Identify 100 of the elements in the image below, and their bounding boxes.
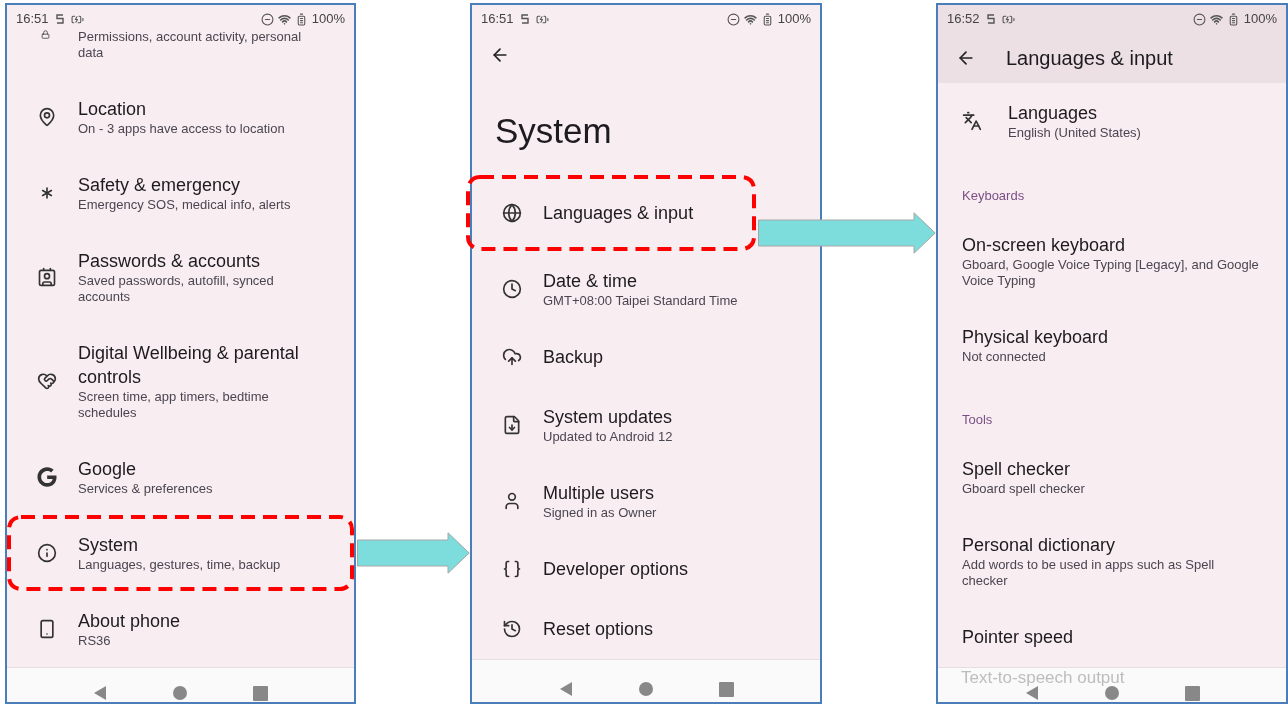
item-title: Spell checker — [962, 458, 1072, 481]
clock-icon — [502, 279, 522, 300]
status-time: 16:51 — [481, 10, 514, 29]
g-logo-icon — [37, 467, 57, 487]
cloud-upload-icon — [502, 347, 522, 368]
item-title: Developer options — [543, 558, 690, 582]
section-header: Tools — [962, 412, 993, 427]
recents-square-icon[interactable] — [718, 681, 734, 697]
item-subtitle: Permissions, account activity, personal data — [78, 29, 303, 61]
settings-row[interactable]: Spell checker Gboard spell checker — [938, 439, 1286, 515]
battery-percent: 100% — [311, 10, 345, 29]
item-subtitle: Updated to Android 12 — [543, 429, 674, 446]
item-subtitle: GMT+08:00 Taipei Standard Time — [543, 293, 739, 310]
item-title: Safety & emergency — [78, 174, 242, 197]
translate-icon — [962, 111, 982, 131]
item-subtitle: Not connected — [962, 349, 1047, 365]
item-title: Pointer speed — [962, 626, 1075, 649]
settings-row[interactable]: Date & time GMT+08:00 Taipei Standard Time — [472, 251, 820, 328]
back-triangle-icon[interactable] — [1024, 685, 1039, 701]
item-subtitle: On - 3 apps have access to location — [78, 121, 286, 137]
braces-icon — [502, 559, 522, 580]
toolbar-title: Languages & input — [1006, 46, 1173, 71]
person-icon — [502, 491, 522, 512]
home-circle-icon[interactable] — [173, 686, 187, 700]
item-subtitle: Emergency SOS, medical info, alerts — [78, 197, 292, 213]
settings-row[interactable]: Pointer speed — [938, 607, 1286, 667]
recents-square-icon[interactable] — [1184, 685, 1200, 701]
battery-percent: 100% — [777, 10, 811, 29]
item-title: Date & time — [543, 270, 639, 294]
settings-row[interactable]: About phone RS36 — [7, 591, 354, 667]
download-icon — [502, 415, 522, 436]
settings-row[interactable]: Languages English (United States) — [938, 83, 1286, 159]
item-subtitle: Screen time, app timers, bedtime schedules — [78, 389, 270, 421]
item-subtitle: Services & preferences — [78, 481, 214, 497]
heart-hands-icon — [37, 371, 57, 391]
sync-s-icon — [54, 13, 65, 25]
back-triangle-icon[interactable] — [558, 681, 573, 698]
item-title: Reset options — [543, 618, 655, 642]
item-subtitle: Add words to be used in apps such as Spell checker — [962, 557, 1216, 589]
settings-row[interactable]: Google Services & preferences — [7, 439, 354, 515]
info-icon — [37, 543, 57, 563]
wifi-icon — [743, 12, 757, 26]
page-title: System — [495, 109, 612, 152]
do-not-disturb-icon — [1192, 12, 1206, 26]
settings-row[interactable]: Languages & input — [466, 175, 756, 252]
item-title: Google — [78, 458, 138, 481]
do-not-disturb-icon — [726, 12, 740, 26]
item-subtitle: Saved passwords, autofill, synced accounts — [78, 273, 275, 305]
recents-square-icon[interactable] — [253, 685, 268, 701]
wifi-icon — [1209, 12, 1223, 26]
settings-row[interactable]: Digital Wellbeing & parental controls Screen time, app timers, bedtime schedules — [7, 323, 354, 439]
item-title: About phone — [78, 610, 182, 633]
settings-row[interactable]: Passwords & accounts Saved passwords, autofill, synced accounts — [7, 231, 354, 323]
contact-card-icon — [37, 267, 57, 287]
settings-row[interactable]: Multiple users Signed in as Owner — [472, 463, 820, 540]
status-time: 16:51 — [16, 10, 49, 29]
item-title: System — [78, 534, 139, 557]
settings-row[interactable]: Developer options — [472, 539, 820, 600]
faded-item-title: Text-to-speech output — [961, 668, 1125, 688]
home-circle-icon[interactable] — [638, 682, 653, 697]
settings-row[interactable]: On-screen keyboard Gboard, Google Voice Typing [Legacy], and Google Voice Typing — [938, 215, 1286, 307]
settings-row[interactable]: Location On - 3 apps have access to location — [7, 79, 354, 155]
battery-percent: 100% — [1243, 10, 1277, 29]
item-title: Digital Wellbeing & parental controls — [78, 342, 300, 389]
status-time: 16:52 — [947, 10, 980, 29]
item-title: Languages — [1008, 102, 1099, 125]
settings-row[interactable]: Backup — [472, 327, 820, 388]
item-subtitle: Signed in as Owner — [543, 505, 658, 522]
sync-s-icon — [519, 13, 530, 25]
back-triangle-icon[interactable] — [93, 685, 107, 701]
settings-row[interactable]: System updates Updated to Android 12 — [472, 387, 820, 464]
item-subtitle: Gboard spell checker — [962, 481, 1086, 497]
do-not-disturb-icon — [260, 12, 274, 26]
item-subtitle: English (United States) — [1008, 125, 1142, 141]
item-title: On-screen keyboard — [962, 234, 1127, 257]
phone-icon — [37, 619, 57, 639]
item-subtitle: RS36 — [78, 633, 112, 649]
settings-row[interactable]: Personal dictionary Add words to be used in apps such as Spell checker — [938, 515, 1286, 607]
item-title: Physical keyboard — [962, 326, 1110, 349]
item-title: Backup — [543, 346, 605, 370]
wifi-icon — [277, 12, 291, 26]
settings-row[interactable]: Safety & emergency Emergency SOS, medical info, alerts — [7, 155, 354, 231]
item-title: Personal dictionary — [962, 534, 1117, 557]
section-header: Keyboards — [962, 188, 1025, 203]
lock-icon — [41, 30, 50, 39]
settings-row[interactable]: Physical keyboard Not connected — [938, 307, 1286, 383]
globe-icon — [502, 203, 522, 224]
settings-row[interactable]: System Languages, gestures, time, backup — [7, 515, 354, 591]
item-title: Multiple users — [543, 482, 656, 506]
sync-s-icon — [985, 13, 996, 25]
item-title: System updates — [543, 406, 674, 430]
item-subtitle: Languages, gestures, time, backup — [78, 557, 282, 573]
map-pin-icon — [37, 107, 57, 127]
item-title: Languages & input — [543, 202, 695, 226]
item-subtitle: Gboard, Google Voice Typing [Legacy], and Google Voice Typing — [962, 257, 1260, 289]
history-icon — [502, 619, 522, 640]
settings-row[interactable]: Reset options — [472, 599, 820, 660]
item-title: Passwords & accounts — [78, 250, 262, 273]
home-circle-icon[interactable] — [1104, 686, 1119, 700]
item-title: Location — [78, 98, 148, 121]
